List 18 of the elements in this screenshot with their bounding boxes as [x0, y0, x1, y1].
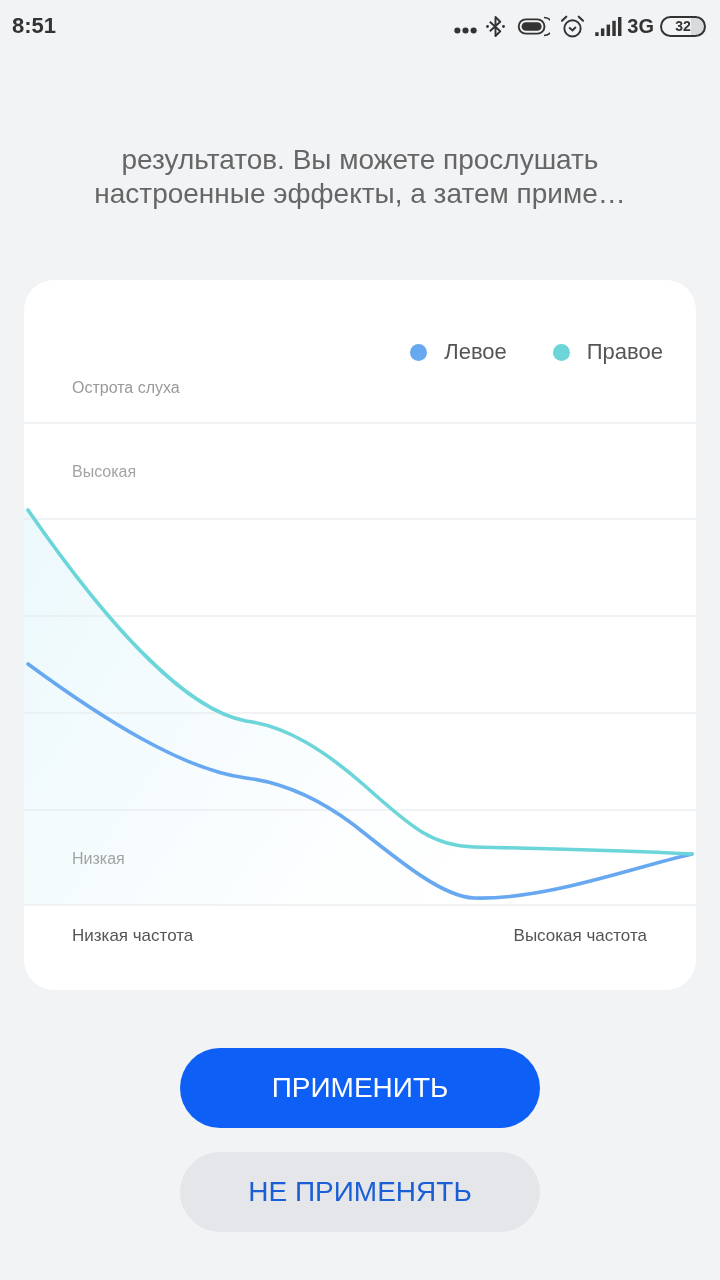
- y-axis-low-label: Низкая: [72, 850, 125, 867]
- cancel-button[interactable]: НЕ ПРИМЕНЯТЬ: [180, 1152, 540, 1232]
- x-axis-high-label: Высокая частота: [513, 925, 647, 947]
- y-axis-high-label: Высокая: [72, 463, 137, 480]
- legend-label: Левое: [444, 338, 507, 366]
- network-type: 3G: [627, 14, 654, 38]
- description-text: результатов. Вы можете прослушать настроенные эффекты, а затем приме…: [94, 143, 626, 211]
- signal-bars-icon: [595, 16, 624, 36]
- battery-indicator: 32: [660, 15, 706, 37]
- legend-label: Правое: [586, 338, 663, 366]
- more-dots-icon: [454, 26, 478, 34]
- x-axis-low-label: Низкая частота: [72, 925, 194, 947]
- apply-button[interactable]: ПРИМЕНИТЬ: [180, 1048, 540, 1128]
- bluetooth-icon: [486, 14, 506, 38]
- status-time: 8:51: [12, 13, 57, 39]
- y-axis-title: Острота слуха: [72, 378, 180, 398]
- alarm-clock-icon: [560, 14, 586, 38]
- capsule-icon: [517, 15, 551, 37]
